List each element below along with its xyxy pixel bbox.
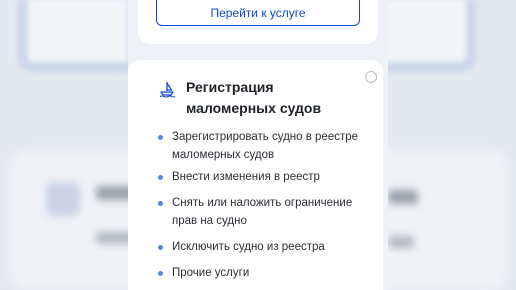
list-item[interactable]: Прочие услуги	[158, 264, 373, 282]
bullet-icon	[158, 245, 163, 250]
blurred-card	[388, 0, 476, 72]
bullet-icon	[158, 135, 163, 140]
select-radio-icon[interactable]	[365, 71, 377, 83]
list-item[interactable]: Исключить судно из реестра	[158, 238, 373, 256]
blurred-background-right	[388, 0, 516, 290]
list-item-label: Зарегистрировать судно в реестре маломер…	[172, 131, 359, 161]
boat-icon	[159, 82, 176, 98]
bullet-icon	[158, 175, 163, 180]
list-item-label: Снять или наложить ограничение прав на с…	[172, 197, 353, 227]
list-item-label: Внести изменения в реестр	[172, 171, 320, 183]
blurred-card	[388, 150, 508, 290]
blurred-text	[96, 232, 128, 244]
blurred-background-left	[0, 0, 128, 290]
blurred-card	[18, 0, 128, 72]
list-item[interactable]: Внести изменения в реестр	[158, 168, 373, 186]
list-item-label: Прочие услуги	[172, 267, 250, 279]
list-item[interactable]: Зарегистрировать судно в реестре маломер…	[158, 128, 373, 164]
phone-screen: Перейти к услуге Регистрация маломерных …	[128, 0, 388, 290]
list-item[interactable]: Снять или наложить ограничение прав на с…	[158, 194, 373, 230]
service-card-title: Регистрация маломерных судов	[186, 79, 322, 116]
blurred-text	[96, 186, 128, 200]
blurred-text	[388, 236, 414, 248]
blurred-text	[388, 190, 418, 204]
blurred-card	[10, 150, 128, 290]
go-to-service-button[interactable]: Перейти к услуге	[156, 0, 360, 26]
blurred-icon	[46, 182, 80, 216]
bullet-icon	[158, 271, 163, 276]
service-list: Зарегистрировать судно в реестре маломер…	[158, 128, 373, 282]
list-item-label: Исключить судно из реестра	[172, 241, 325, 253]
previous-service-card: Перейти к услуге	[138, 0, 378, 44]
bullet-icon	[158, 201, 163, 206]
